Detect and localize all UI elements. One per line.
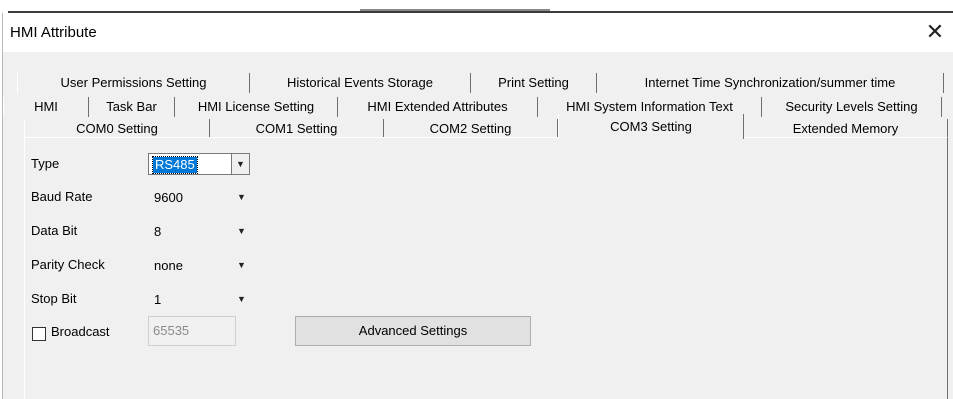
tab-hmi[interactable]: HMI bbox=[3, 97, 89, 117]
tab-extended-memory[interactable]: Extended Memory bbox=[744, 119, 948, 139]
type-label: Type bbox=[31, 156, 60, 171]
broadcast-address-value: 65535 bbox=[153, 323, 190, 338]
tab-internet-time-sync[interactable]: Internet Time Synchronization/summer tim… bbox=[597, 73, 944, 93]
parity-check-select[interactable]: none ▼ bbox=[148, 255, 250, 277]
chevron-down-icon[interactable]: ▼ bbox=[231, 154, 249, 174]
tab-user-permissions-setting[interactable]: User Permissions Setting bbox=[17, 73, 250, 93]
tab-com0-setting[interactable]: COM0 Setting bbox=[24, 119, 210, 139]
tab-security-levels-setting[interactable]: Security Levels Setting bbox=[762, 97, 942, 117]
tab-task-bar[interactable]: Task Bar bbox=[89, 97, 175, 117]
chevron-down-icon[interactable]: ▼ bbox=[233, 221, 250, 241]
chevron-down-icon[interactable]: ▼ bbox=[233, 187, 250, 207]
broadcast-label: Broadcast bbox=[51, 324, 110, 339]
parity-check-label: Parity Check bbox=[31, 257, 105, 272]
tab-hmi-license-setting[interactable]: HMI License Setting bbox=[175, 97, 338, 117]
chevron-down-icon[interactable]: ▼ bbox=[233, 255, 250, 275]
stop-bit-select[interactable]: 1 ▼ bbox=[148, 289, 250, 311]
parity-check-value: none bbox=[154, 258, 183, 273]
baud-rate-label: Baud Rate bbox=[31, 189, 93, 204]
chevron-down-icon[interactable]: ▼ bbox=[233, 289, 250, 309]
tab-com3-setting[interactable]: COM3 Setting bbox=[558, 114, 744, 139]
broadcast-checkbox[interactable] bbox=[32, 327, 46, 341]
stop-bit-value: 1 bbox=[154, 292, 162, 307]
data-bit-label: Data Bit bbox=[31, 223, 78, 238]
data-bit-select[interactable]: 8 ▼ bbox=[148, 221, 250, 243]
tab-print-setting[interactable]: Print Setting bbox=[471, 73, 597, 93]
broadcast-address-field: 65535 bbox=[148, 316, 236, 346]
advanced-settings-button[interactable]: Advanced Settings bbox=[295, 316, 531, 346]
background-window-edge bbox=[0, 0, 953, 13]
baud-rate-select[interactable]: 9600 ▼ bbox=[148, 187, 250, 209]
com3-settings-panel: Type RS485 ▼ Baud Rate 9600 ▼ Data Bit 8… bbox=[24, 137, 948, 399]
tab-com1-setting[interactable]: COM1 Setting bbox=[210, 119, 384, 139]
data-bit-value: 8 bbox=[154, 224, 162, 239]
tab-hmi-extended-attributes[interactable]: HMI Extended Attributes bbox=[338, 97, 538, 117]
dialog-title: HMI Attribute bbox=[10, 24, 97, 41]
stop-bit-label: Stop Bit bbox=[31, 291, 77, 306]
tab-historical-events-storage[interactable]: Historical Events Storage bbox=[250, 73, 471, 93]
title-bar: HMI Attribute ✕ bbox=[3, 13, 953, 52]
type-select[interactable]: RS485 ▼ bbox=[148, 153, 250, 175]
tab-com2-setting[interactable]: COM2 Setting bbox=[384, 119, 558, 139]
hmi-attribute-dialog: HMI Attribute ✕ User Permissions Setting… bbox=[2, 13, 953, 399]
close-icon[interactable]: ✕ bbox=[920, 18, 950, 46]
baud-rate-value: 9600 bbox=[154, 190, 183, 205]
type-value: RS485 bbox=[152, 156, 198, 174]
